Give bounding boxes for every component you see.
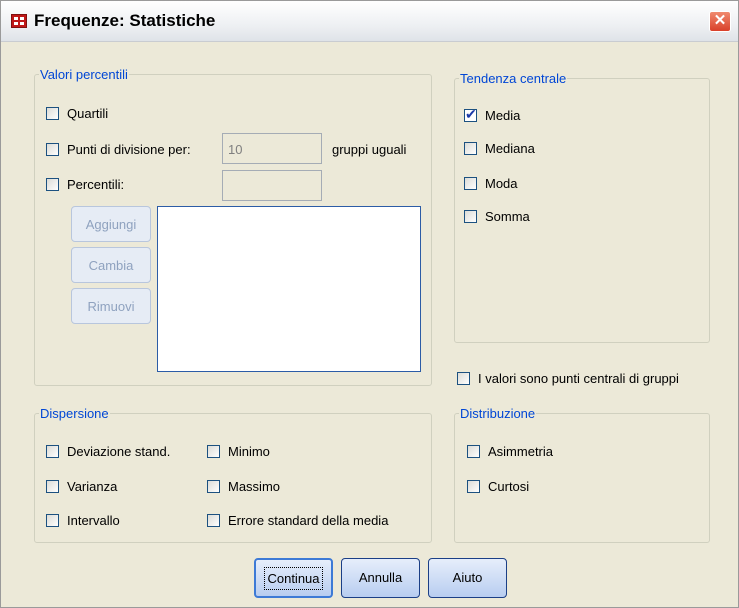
remove-button[interactable]: Rimuovi [71,288,151,324]
cancel-button[interactable]: Annulla [341,558,420,598]
checkbox-box[interactable] [46,480,59,493]
percentiles-label: Percentili: [67,177,125,192]
cut-points-suffix-label: gruppi uguali [332,142,407,157]
maximum-checkbox[interactable]: Massimo [207,479,280,494]
minimum-checkbox[interactable]: Minimo [207,444,270,459]
std-dev-checkbox[interactable]: Deviazione stand. [46,444,170,459]
add-button[interactable]: Aggiungi [71,206,151,242]
mode-checkbox[interactable]: Moda [464,176,518,191]
median-label: Mediana [485,141,535,156]
close-icon: ✕ [713,12,727,29]
distribution-group: Distribuzione [454,406,710,543]
minimum-label: Minimo [228,444,270,459]
percentiles-legend: Valori percentili [40,67,128,82]
skewness-label: Asimmetria [488,444,554,459]
change-button[interactable]: Cambia [71,247,151,283]
continue-button[interactable]: Continua [254,558,333,598]
title-bar: Frequenze: Statistiche ✕ [1,1,738,42]
checkbox-box[interactable] [46,445,59,458]
table-icon [11,14,27,28]
checkbox-box[interactable] [464,142,477,155]
std-dev-label: Deviazione stand. [67,444,171,459]
median-checkbox[interactable]: Mediana [464,141,535,156]
percentile-value-input[interactable] [222,170,322,201]
range-label: Intervallo [67,513,120,528]
close-button[interactable]: ✕ [709,11,731,32]
checkbox-box[interactable] [464,210,477,223]
variance-label: Varianza [67,479,118,494]
window-title: Frequenze: Statistiche [34,11,216,30]
checkbox-box[interactable] [207,480,220,493]
checkbox-box[interactable] [46,178,59,191]
central-tendency-legend: Tendenza centrale [460,71,567,86]
checkbox-box[interactable] [457,372,470,385]
quartiles-label: Quartili [67,106,109,121]
mode-label: Moda [485,176,518,191]
sum-checkbox[interactable]: Somma [464,209,530,224]
cut-points-checkbox[interactable]: Punti di divisione per: [46,142,191,157]
checkbox-box[interactable] [46,143,59,156]
checkbox-box[interactable] [464,106,477,123]
help-button[interactable]: Aiuto [428,558,507,598]
checkbox-box[interactable] [207,514,220,527]
mean-label: Media [485,108,521,123]
checkbox-box[interactable] [464,177,477,190]
cut-points-label: Punti di divisione per: [67,142,191,157]
statistics-dialog: Frequenze: Statistiche ✕ Valori percenti… [0,0,739,608]
sum-label: Somma [485,209,530,224]
variance-checkbox[interactable]: Varianza [46,479,117,494]
cut-points-suffix: gruppi uguali [332,142,406,157]
std-error-mean-checkbox[interactable]: Errore standard della media [207,513,388,528]
percentiles-checkbox[interactable]: Percentili: [46,177,124,192]
checkbox-box[interactable] [46,107,59,120]
checkbox-box[interactable] [467,480,480,493]
checkbox-box[interactable] [46,514,59,527]
continue-label: Continua [264,567,323,590]
range-checkbox[interactable]: Intervallo [46,513,120,528]
mean-checkbox[interactable]: Media [464,106,521,123]
skewness-checkbox[interactable]: Asimmetria [467,444,553,459]
kurtosis-label: Curtosi [488,479,530,494]
dispersion-legend: Dispersione [40,406,109,421]
maximum-label: Massimo [228,479,281,494]
group-midpoints-checkbox[interactable]: I valori sono punti centrali di gruppi [457,371,679,386]
percentiles-list[interactable] [157,206,421,372]
std-error-mean-label: Errore standard della media [228,513,389,528]
checkbox-box[interactable] [207,445,220,458]
checkbox-box[interactable] [467,445,480,458]
cut-points-input[interactable]: 10 [222,133,322,164]
group-midpoints-label: I valori sono punti centrali di gruppi [478,371,679,386]
distribution-legend: Distribuzione [460,406,536,421]
kurtosis-checkbox[interactable]: Curtosi [467,479,529,494]
quartiles-checkbox[interactable]: Quartili [46,106,108,121]
